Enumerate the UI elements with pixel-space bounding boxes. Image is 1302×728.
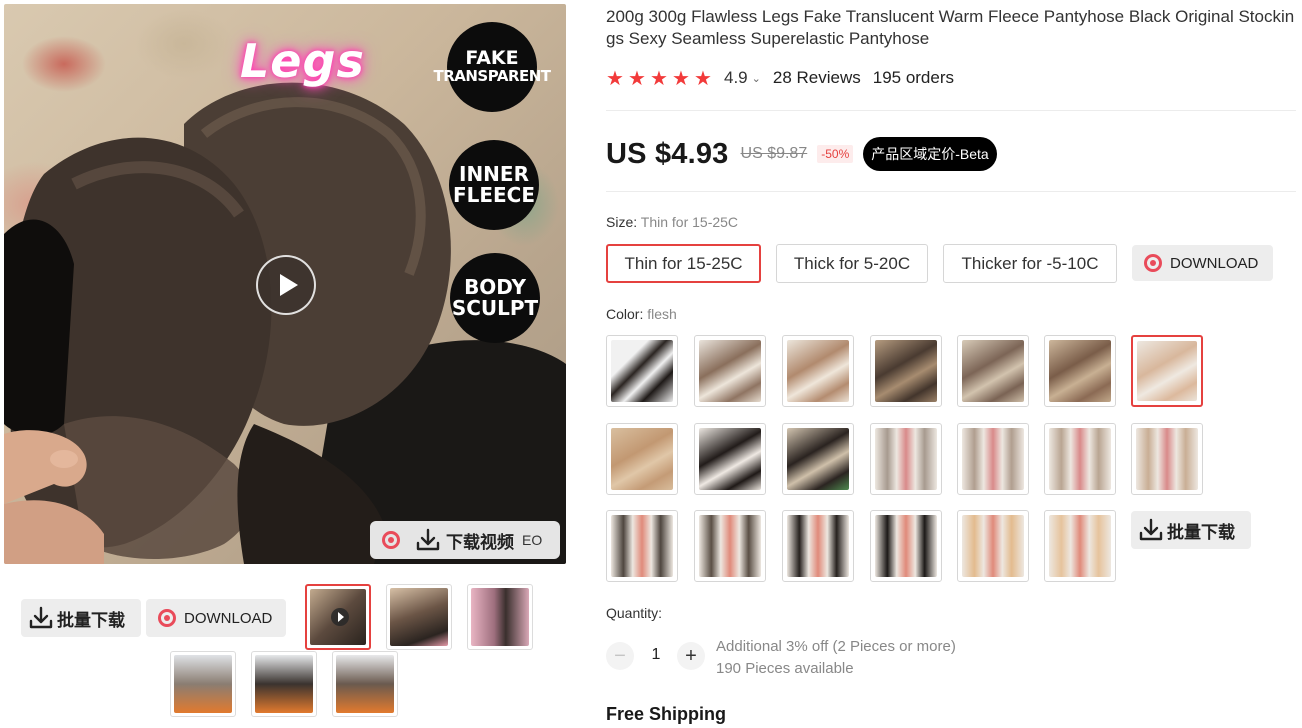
download-icon bbox=[416, 528, 440, 551]
price-row: US $4.93 US $9.87 -50% 产品区域定价-Beta bbox=[606, 134, 997, 174]
fake-transparent-badge: FAKE TRANSPARENT bbox=[433, 22, 551, 112]
current-price: US $4.93 bbox=[606, 137, 729, 170]
batch-download-label: 批量下载 bbox=[1167, 522, 1235, 542]
color-swatch[interactable] bbox=[957, 510, 1029, 582]
inner-fleece-badge: INNER FLEECE bbox=[449, 140, 539, 230]
download-video-button[interactable]: 下载视频 EO bbox=[370, 521, 560, 559]
rating-row: ★ ★ ★ ★ ★ 4.9 ⌄ 28 Reviews 195 orders bbox=[606, 66, 954, 90]
badge-body-line2: SCULPT bbox=[451, 296, 539, 320]
product-title: 200g 300g Flawless Legs Fake Translucent… bbox=[606, 7, 1295, 48]
discount-badge: -50% bbox=[817, 145, 854, 163]
color-label: Color: bbox=[606, 306, 648, 322]
star-icon: ★ bbox=[672, 66, 690, 90]
star-icon: ★ bbox=[694, 66, 712, 90]
color-swatch[interactable] bbox=[606, 510, 678, 582]
quantity-available: 190 Pieces available bbox=[716, 660, 854, 677]
badge-inner-line1: INNER bbox=[459, 162, 529, 186]
rating-value[interactable]: 4.9 bbox=[724, 68, 748, 88]
badge-inner-line2: FLEECE bbox=[452, 183, 536, 207]
target-icon bbox=[1144, 254, 1162, 272]
badge-body-line1: BODY bbox=[464, 275, 526, 299]
quantity-label: Quantity: bbox=[606, 605, 663, 621]
color-swatch[interactable] bbox=[694, 335, 766, 407]
size-label: Size: bbox=[606, 214, 641, 230]
download-video-label: 下载视频 bbox=[446, 532, 514, 552]
download-icon bbox=[29, 606, 53, 629]
body-sculpt-badge: BODY SCULPT bbox=[450, 253, 540, 343]
gallery-thumbnail[interactable] bbox=[332, 651, 398, 717]
gallery-thumbnail[interactable] bbox=[170, 651, 236, 717]
batch-download-button[interactable]: 批量下载 bbox=[1131, 511, 1251, 549]
quantity-discount-note: Additional 3% off (2 Pieces or more) bbox=[716, 638, 956, 655]
size-option-thicker[interactable]: Thicker for -5-10C bbox=[943, 244, 1117, 283]
rating-stars: ★ ★ ★ ★ ★ bbox=[606, 68, 716, 88]
badge-fake-line1: FAKE bbox=[465, 47, 519, 70]
download-button[interactable]: DOWNLOAD bbox=[1132, 245, 1273, 281]
color-swatch[interactable] bbox=[957, 423, 1029, 495]
orders-count: 195 orders bbox=[872, 68, 955, 87]
download-label: DOWNLOAD bbox=[1170, 254, 1259, 272]
star-icon: ★ bbox=[628, 66, 646, 90]
color-swatch[interactable] bbox=[1131, 423, 1203, 495]
gallery-thumbnail[interactable] bbox=[467, 584, 533, 650]
color-swatch[interactable] bbox=[870, 335, 942, 407]
target-icon bbox=[382, 531, 400, 549]
color-swatch[interactable] bbox=[1044, 510, 1116, 582]
color-swatch[interactable] bbox=[957, 335, 1029, 407]
color-swatch[interactable] bbox=[782, 335, 854, 407]
color-swatch-selected[interactable] bbox=[1131, 335, 1203, 407]
gallery-thumbnail[interactable] bbox=[251, 651, 317, 717]
color-selected-value: flesh bbox=[647, 306, 677, 322]
divider bbox=[606, 110, 1296, 111]
size-option-thin[interactable]: Thin for 15-25C bbox=[606, 244, 761, 283]
star-icon: ★ bbox=[606, 66, 624, 90]
play-icon bbox=[331, 608, 349, 626]
color-swatch[interactable] bbox=[694, 423, 766, 495]
color-swatch[interactable] bbox=[606, 423, 678, 495]
gallery-thumbnail[interactable] bbox=[305, 584, 371, 650]
play-icon bbox=[279, 274, 298, 296]
color-label-row: Color: flesh bbox=[606, 306, 677, 322]
badge-fake-line2: TRANSPARENT bbox=[433, 67, 551, 86]
gallery-thumbnail[interactable] bbox=[386, 584, 452, 650]
star-icon: ★ bbox=[650, 66, 668, 90]
color-swatch[interactable] bbox=[782, 510, 854, 582]
chevron-down-icon[interactable]: ⌄ bbox=[752, 72, 761, 85]
video-suffix-text: EO bbox=[522, 532, 543, 548]
color-swatch[interactable] bbox=[694, 510, 766, 582]
video-play-button[interactable] bbox=[256, 255, 316, 315]
color-swatch[interactable] bbox=[782, 423, 854, 495]
original-price: US $9.87 bbox=[740, 145, 808, 162]
download-icon bbox=[1139, 518, 1163, 541]
color-swatch[interactable] bbox=[870, 423, 942, 495]
size-label-row: Size: Thin for 15-25C bbox=[606, 214, 738, 230]
divider bbox=[606, 191, 1296, 192]
download-label: DOWNLOAD bbox=[184, 609, 273, 627]
color-swatch[interactable] bbox=[1044, 335, 1116, 407]
color-swatch[interactable] bbox=[870, 510, 942, 582]
size-option-thick[interactable]: Thick for 5-20C bbox=[776, 244, 928, 283]
shipping-label: Free Shipping bbox=[606, 704, 727, 724]
size-selected-value: Thin for 15-25C bbox=[640, 214, 739, 230]
reviews-link[interactable]: 28 Reviews bbox=[773, 68, 861, 88]
quantity-increase-button[interactable]: + bbox=[677, 642, 705, 670]
region-pricing-tag[interactable]: 产品区域定价-Beta bbox=[863, 137, 997, 171]
download-button[interactable]: DOWNLOAD bbox=[146, 599, 286, 637]
target-icon bbox=[158, 609, 176, 627]
quantity-decrease-button[interactable]: − bbox=[606, 642, 634, 670]
quantity-note: Additional 3% off (2 Pieces or more) 190… bbox=[716, 636, 956, 680]
color-swatch[interactable] bbox=[1044, 423, 1116, 495]
quantity-value[interactable]: 1 bbox=[644, 646, 668, 664]
image-headline: Legs bbox=[240, 34, 365, 88]
batch-download-label: 批量下载 bbox=[57, 610, 125, 630]
main-product-image[interactable]: Legs FAKE TRANSPARENT INNER FLEECE BODY … bbox=[4, 4, 566, 564]
batch-download-button[interactable]: 批量下载 bbox=[21, 599, 141, 637]
color-swatch[interactable] bbox=[606, 335, 678, 407]
